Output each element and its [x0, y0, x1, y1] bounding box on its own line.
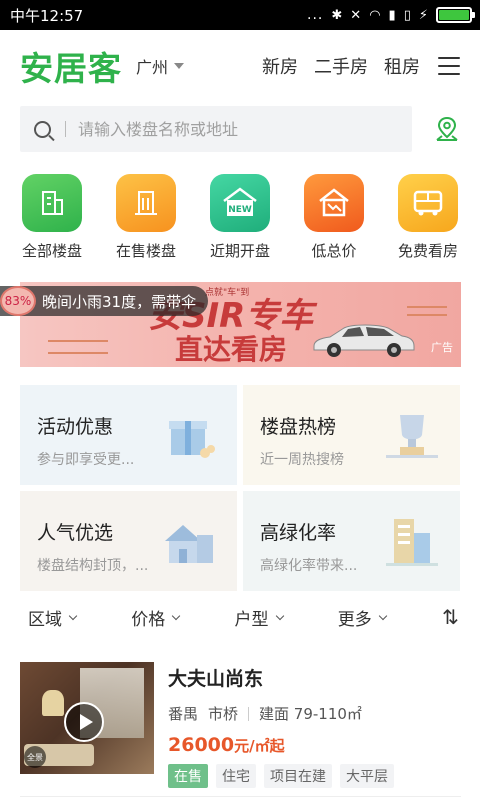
- chevron-down-icon: [68, 611, 78, 620]
- price-value: 26000: [168, 734, 235, 756]
- filter-more[interactable]: 更多: [338, 605, 441, 630]
- sort-icon[interactable]: ⇅: [441, 605, 460, 629]
- category-recent-opening[interactable]: NEW 近期开盘: [194, 174, 286, 261]
- bus-icon: [398, 174, 458, 232]
- charging-icon: ⚡: [418, 7, 428, 23]
- category-label: 全部楼盘: [21, 242, 82, 260]
- card-subtitle: 近一周热搜榜: [260, 452, 344, 468]
- play-icon[interactable]: [64, 702, 104, 742]
- cloud-decoration: [48, 340, 108, 354]
- top-nav: 新房 二手房 租房: [262, 53, 460, 79]
- feature-grid: 活动优惠 参与即享受更... 楼盘热榜 近一周热搜榜 人气优选 楼盘结构封顶，.…: [20, 385, 461, 591]
- chevron-down-icon: [275, 611, 284, 620]
- listing-tag: 大平层: [340, 764, 394, 788]
- low-price-house-icon: [304, 174, 364, 232]
- search-bar[interactable]: [20, 106, 412, 152]
- filter-layout[interactable]: 户型: [235, 605, 338, 630]
- category-all-buildings[interactable]: 全部楼盘: [6, 174, 98, 261]
- status-badge: 在售: [168, 764, 208, 788]
- category-low-price[interactable]: 低总价: [288, 174, 380, 261]
- signal-icon: ▮: [388, 7, 396, 23]
- house-icon: [165, 525, 213, 563]
- filter-label: 价格: [131, 609, 166, 630]
- card-popular-picks[interactable]: 人气优选 楼盘结构封顶，...: [20, 491, 237, 591]
- nav-rent[interactable]: 租房: [384, 53, 420, 79]
- app-header: 安居客 广州 新房 二手房 租房: [0, 30, 480, 102]
- wifi-icon: ◠: [369, 7, 381, 23]
- panorama-badge: 全景: [24, 746, 46, 768]
- cloud-decoration: [407, 306, 447, 316]
- listing-price: 26000元/㎡起: [168, 734, 461, 756]
- search-icon: [34, 120, 51, 138]
- svg-text:NEW: NEW: [228, 205, 252, 215]
- new-house-icon: NEW: [210, 174, 270, 232]
- listing-district: 番禺: [168, 705, 199, 723]
- status-time: 中午12:57: [10, 6, 84, 25]
- search-row: [0, 104, 480, 154]
- notification-dots: ...: [307, 7, 324, 23]
- sale-building-icon: [116, 174, 176, 232]
- filter-label: 区域: [28, 609, 62, 630]
- listing-tag: 项目在建: [264, 764, 332, 788]
- category-row: 全部楼盘 在售楼盘 NEW 近期开盘 低总价 免费看房: [0, 174, 480, 261]
- map-location-icon[interactable]: [434, 115, 460, 143]
- card-promotions[interactable]: 活动优惠 参与即享受更...: [20, 385, 237, 485]
- gift-icon: [169, 421, 215, 458]
- chevron-down-icon: [172, 611, 181, 620]
- ad-label: 广告: [431, 341, 453, 354]
- filter-price[interactable]: 价格: [131, 605, 234, 630]
- listing-area: 市桥: [208, 705, 239, 723]
- filter-label: 更多: [337, 609, 372, 630]
- listing-name: 大夫山尚东: [168, 668, 264, 690]
- divider: [20, 796, 461, 797]
- listing-tags: 在售 住宅 项目在建 大平层: [168, 764, 461, 788]
- nav-new-house[interactable]: 新房: [262, 53, 298, 79]
- filter-region[interactable]: 区域: [28, 605, 131, 630]
- filter-label: 户型: [234, 609, 269, 630]
- category-label: 近期开盘: [209, 242, 270, 260]
- category-free-viewing[interactable]: 免费看房: [382, 174, 474, 261]
- battery-icon: [436, 7, 475, 23]
- bluetooth-icon: ✱: [331, 7, 343, 23]
- weather-text: 晚间小雨31度，需带伞: [42, 292, 197, 311]
- status-bar: 中午12:57 ... ✱ ✕ ◠ ▮ ▯ ⚡: [0, 0, 480, 30]
- filter-bar: 区域 价格 户型 更多 ⇅: [0, 594, 480, 640]
- card-subtitle: 高绿化率带来...: [260, 558, 358, 574]
- listing-size: 建面 79-110㎡: [259, 705, 362, 723]
- car-image: [313, 324, 415, 357]
- signal-2-icon: ▯: [403, 7, 411, 23]
- card-hot-ranking[interactable]: 楼盘热榜 近一周热搜榜: [243, 385, 460, 485]
- building-icon: [22, 174, 82, 232]
- listing-tag: 住宅: [216, 764, 256, 788]
- category-label: 在售楼盘: [115, 242, 176, 260]
- city-label: 广州: [136, 58, 169, 77]
- trophy-icon: [386, 415, 438, 458]
- card-subtitle: 参与即享受更...: [37, 452, 135, 468]
- banner-subtitle: 直达看房: [175, 333, 288, 366]
- card-subtitle: 楼盘结构封顶，...: [37, 558, 149, 574]
- city-selector[interactable]: 广州: [136, 54, 185, 78]
- category-label: 免费看房: [397, 242, 458, 260]
- tower-icon: [386, 519, 438, 566]
- weather-percent: 83%: [0, 286, 36, 316]
- listing-thumbnail[interactable]: 全景: [20, 662, 154, 774]
- card-high-green[interactable]: 高绿化率 高绿化率带来...: [243, 491, 460, 591]
- listing-meta: 番禺 市桥 建面 79-110㎡: [168, 703, 461, 724]
- nav-second-hand[interactable]: 二手房: [314, 53, 368, 79]
- app-logo: 安居客: [20, 49, 122, 88]
- listing-info: 大夫山尚东 番禺 市桥 建面 79-110㎡ 26000元/㎡起 在售 住宅 项…: [168, 662, 461, 788]
- weather-toast[interactable]: 83% 晚间小雨31度，需带伞: [0, 286, 209, 316]
- price-unit: 元/㎡起: [234, 737, 285, 755]
- listing-item[interactable]: 全景 大夫山尚东 番禺 市桥 建面 79-110㎡ 26000元/㎡起 在售 住…: [20, 662, 461, 788]
- menu-icon[interactable]: [438, 57, 460, 75]
- chevron-down-icon: [378, 611, 388, 620]
- caret-down-icon: [174, 63, 185, 69]
- category-on-sale[interactable]: 在售楼盘: [100, 174, 192, 261]
- search-input[interactable]: [78, 119, 398, 139]
- mute-icon: ✕: [350, 7, 362, 23]
- category-label: 低总价: [311, 242, 357, 260]
